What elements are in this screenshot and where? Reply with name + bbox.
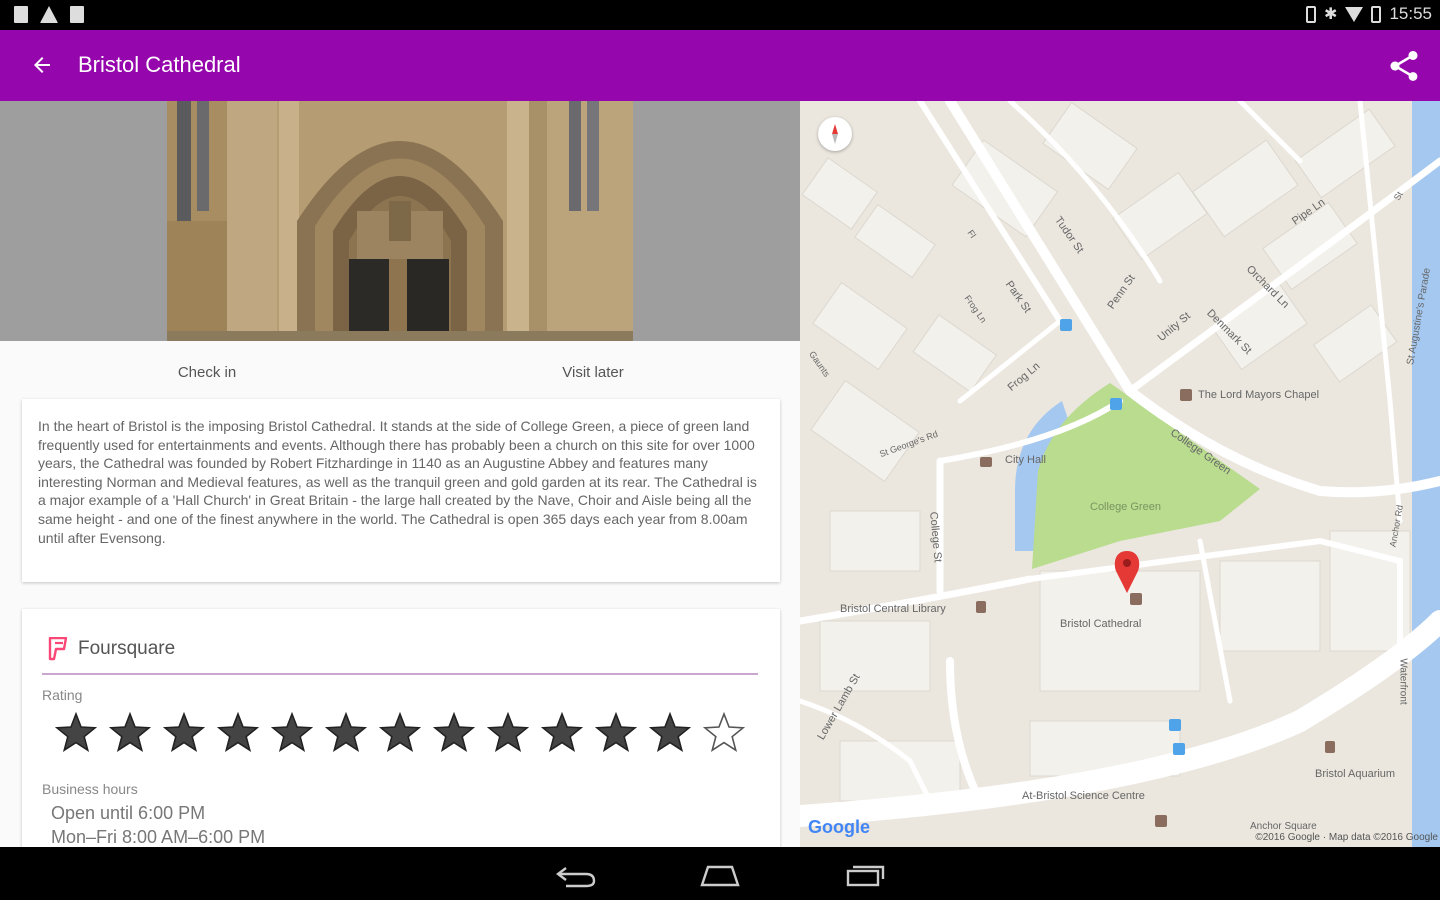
compass-button[interactable]: [818, 117, 852, 151]
wifi-icon: [1345, 6, 1364, 22]
star-filled-icon: [108, 711, 152, 752]
star-filled-icon: [432, 711, 476, 752]
description-card: In the heart of Bristol is the imposing …: [22, 399, 780, 582]
star-filled-icon: [540, 711, 584, 752]
action-row: Check in Visit later: [0, 353, 800, 393]
compass-icon: [832, 124, 838, 144]
google-logo: Google: [808, 817, 870, 837]
map-label-aquarium: Bristol Aquarium: [1315, 768, 1396, 780]
nav-home-icon[interactable]: [698, 859, 742, 889]
star-filled-icon: [162, 711, 206, 752]
arrow-back-icon: [34, 57, 50, 73]
foursquare-header: Foursquare: [48, 637, 175, 661]
storage-icon: [70, 6, 84, 23]
sim-icon: [14, 6, 28, 23]
star-filled-icon: [216, 711, 260, 752]
map-credit: ©2016 Google · Map data ©2016 Google: [1255, 832, 1438, 843]
star-filled-icon: [270, 711, 314, 752]
map-label-lord-mayors-chapel: The Lord Mayors Chapel: [1198, 389, 1320, 401]
map-label-college-green: College Green: [1090, 501, 1161, 513]
map-label-central-library: Bristol Central Library: [840, 603, 946, 615]
visit-later-button[interactable]: Visit later: [493, 353, 693, 393]
rating-stars: [54, 711, 746, 755]
app-bar: Bristol Cathedral: [0, 30, 1440, 101]
details-pane: Check in Visit later In the heart of Bri…: [0, 101, 800, 847]
foursquare-logo-icon: [48, 637, 68, 661]
foursquare-card: Foursquare Rating Business hours Open un…: [22, 609, 780, 847]
map-label-city-hall: City Hall: [1005, 454, 1046, 466]
rating-label: Rating: [42, 687, 83, 703]
star-filled-icon: [486, 711, 530, 752]
hours-weekdays: Mon–Fri 8:00 AM–6:00 PM: [51, 827, 266, 847]
check-in-button[interactable]: Check in: [107, 353, 307, 393]
system-icons: ✱ 15:55: [1306, 4, 1432, 24]
map-label-anchor-square: Anchor Square: [1250, 821, 1317, 832]
map-label-science-centre: At-Bristol Science Centre: [1022, 790, 1145, 802]
navigation-bar: [0, 847, 1440, 900]
map-view[interactable]: The Lord Mayors Chapel City Hall College…: [800, 101, 1440, 847]
map-label-cathedral: Bristol Cathedral: [1060, 618, 1142, 630]
star-empty-icon: [702, 711, 746, 752]
foursquare-title: Foursquare: [78, 638, 176, 659]
star-filled-icon: [324, 711, 368, 752]
nav-back-icon[interactable]: [554, 859, 598, 889]
notification-icons: [14, 6, 84, 23]
description-text: In the heart of Bristol is the imposing …: [38, 418, 757, 546]
status-bar: ✱ 15:55: [0, 0, 1440, 30]
business-hours-label: Business hours: [42, 781, 138, 797]
back-button[interactable]: [22, 47, 62, 83]
share-icon[interactable]: [1386, 48, 1422, 84]
clock: 15:55: [1389, 4, 1432, 23]
warning-icon: [40, 6, 58, 23]
vibrate-icon: [1306, 5, 1317, 23]
cathedral-photo: [167, 101, 633, 341]
star-filled-icon: [378, 711, 422, 752]
star-filled-icon: [594, 711, 638, 752]
nav-recents-icon[interactable]: [844, 859, 888, 889]
map-label-waterfront: Waterfront: [1397, 658, 1409, 705]
divider: [42, 673, 758, 675]
star-filled-icon: [648, 711, 692, 752]
star-filled-icon: [54, 711, 98, 752]
page-title: Bristol Cathedral: [78, 52, 241, 77]
hero-banner: [0, 101, 800, 341]
battery-icon: [1371, 5, 1382, 23]
map-canvas: [800, 101, 1440, 847]
hours-open-until: Open until 6:00 PM: [51, 803, 206, 823]
bluetooth-icon: ✱: [1324, 6, 1338, 23]
